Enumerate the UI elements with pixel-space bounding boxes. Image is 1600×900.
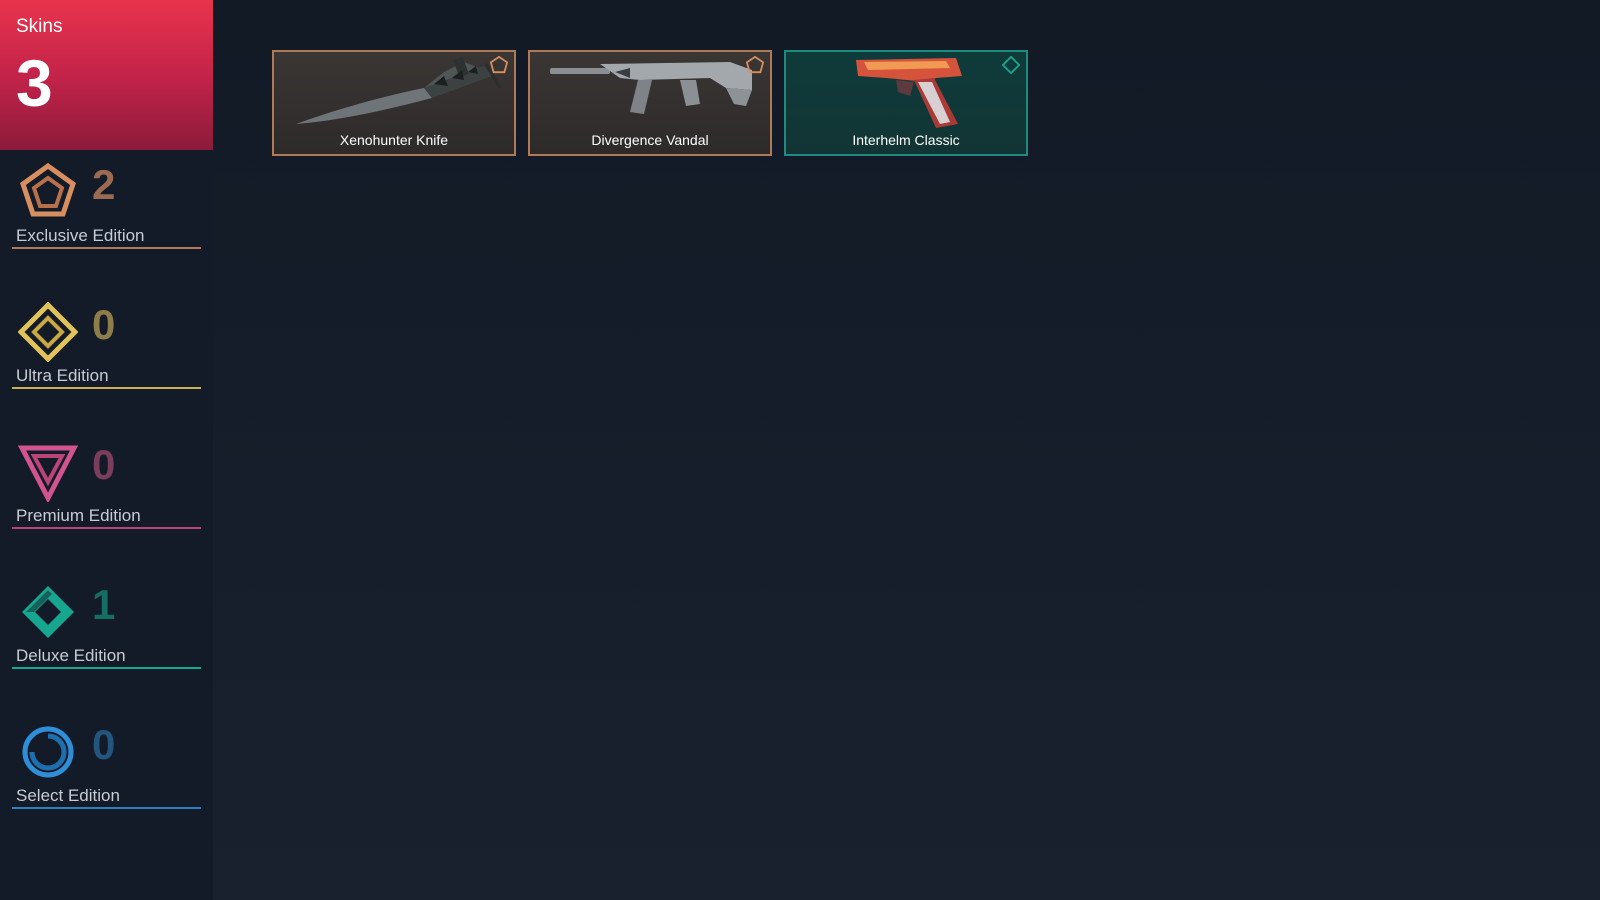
select-edition-icon xyxy=(22,726,74,778)
skin-card[interactable]: Divergence Vandal xyxy=(528,50,772,156)
skin-card-name: Interhelm Classic xyxy=(852,132,960,148)
skins-collection-screen: Skins 3 2 Exclusive Edition 0 Ultra Edit… xyxy=(0,0,1600,900)
tier-count: 1 xyxy=(92,581,116,628)
tier-label: Exclusive Edition xyxy=(16,226,145,245)
tier-deluxe-edition[interactable]: 1 Deluxe Edition xyxy=(12,582,201,672)
edition-sidebar: Skins 3 2 Exclusive Edition 0 Ultra Edit… xyxy=(0,0,213,900)
tier-divider xyxy=(12,807,201,809)
tier-divider xyxy=(12,387,201,389)
tier-count: 2 xyxy=(92,161,116,208)
tier-exclusive-edition[interactable]: 2 Exclusive Edition xyxy=(12,162,201,252)
skins-total-count: 3 xyxy=(16,46,53,120)
tier-label: Deluxe Edition xyxy=(16,646,126,665)
exclusive-edition-icon xyxy=(746,56,764,74)
deluxe-edition-icon xyxy=(1002,56,1020,74)
skins-summary-panel: Skins 3 xyxy=(0,0,213,150)
tier-count: 0 xyxy=(92,721,116,768)
tier-ultra-edition[interactable]: 0 Ultra Edition xyxy=(12,302,201,392)
rifle-icon xyxy=(550,62,752,114)
knife-icon xyxy=(296,56,502,124)
premium-edition-icon xyxy=(18,445,78,502)
skin-card[interactable]: Xenohunter Knife xyxy=(272,50,516,156)
deluxe-edition-icon xyxy=(22,586,74,638)
skin-card-name: Xenohunter Knife xyxy=(339,132,449,148)
tier-count: 0 xyxy=(92,301,116,348)
skin-card[interactable]: Interhelm Classic xyxy=(784,50,1028,156)
tier-divider xyxy=(12,527,201,529)
skin-card-name: Divergence Vandal xyxy=(591,132,709,148)
tier-divider xyxy=(12,667,201,669)
tier-premium-edition[interactable]: 0 Premium Edition xyxy=(12,442,201,532)
tier-select-edition[interactable]: 0 Select Edition xyxy=(12,722,201,812)
tier-label: Ultra Edition xyxy=(16,366,109,385)
tier-label: Select Edition xyxy=(16,786,120,805)
pistol-icon xyxy=(856,58,962,128)
tier-count: 0 xyxy=(92,441,116,488)
tier-divider xyxy=(12,247,201,249)
tier-label: Premium Edition xyxy=(16,506,141,525)
exclusive-edition-icon xyxy=(20,162,76,217)
exclusive-edition-icon xyxy=(490,56,508,74)
ultra-edition-icon xyxy=(18,302,78,362)
skins-title: Skins xyxy=(16,16,63,37)
